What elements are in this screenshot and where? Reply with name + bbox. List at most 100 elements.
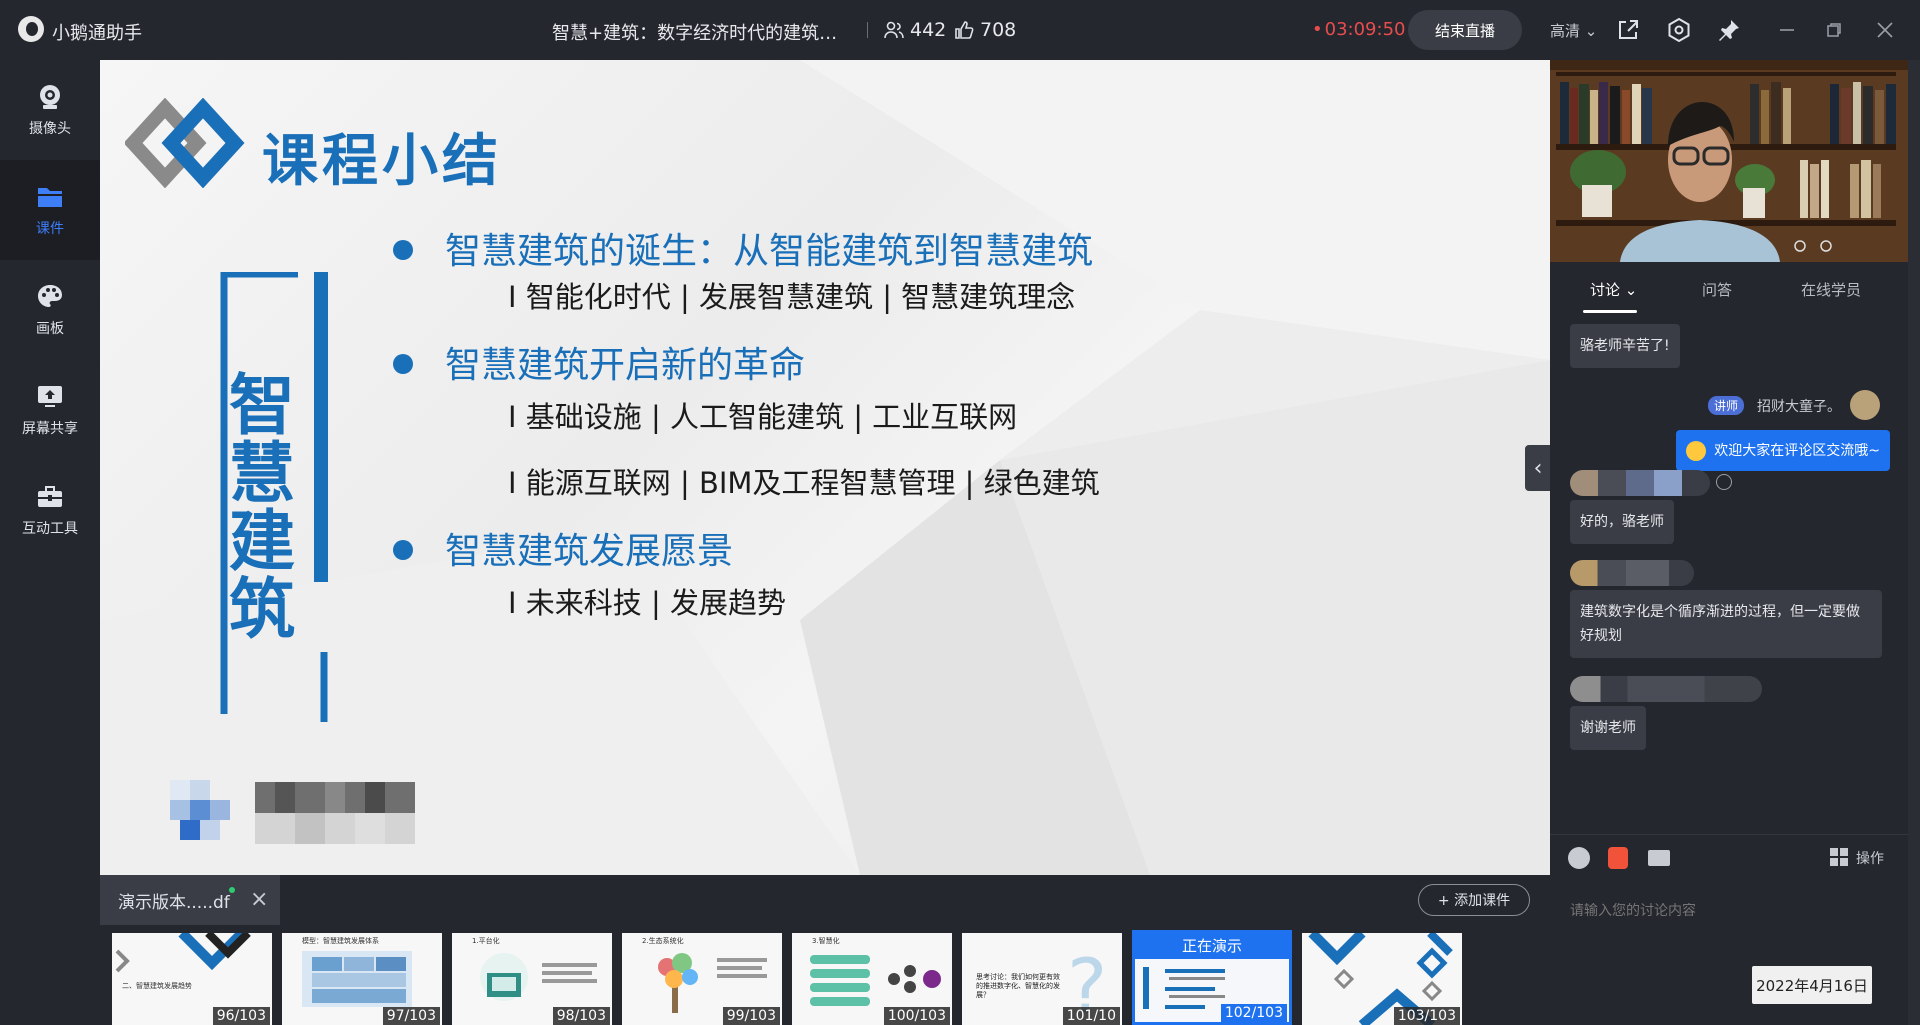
screen-share-icon — [38, 386, 62, 407]
thumbnail-number: 100/103 — [883, 1007, 950, 1025]
chat-list: 骆老师辛苦了! 讲师 招财大童子。 欢迎大家在评论区交流哦~ 好的，骆老师 建筑… — [1550, 314, 1908, 834]
slide-thumbnail[interactable]: 模型：智慧建筑发展体系 97/103 — [282, 933, 442, 1025]
sidebar-item-screen-share[interactable]: 屏幕共享 — [0, 360, 100, 460]
status-dot — [229, 887, 235, 893]
slide-canvas: 课程小结 智慧建筑 智慧建筑的诞生：从智能建筑到智慧建筑 I 智能化时代 | 发… — [100, 60, 1550, 875]
end-live-button[interactable]: 结束直播 — [1408, 10, 1522, 50]
people-icon — [884, 21, 904, 39]
sidebar-item-courseware[interactable]: 课件 — [0, 160, 100, 260]
slide-thumbnail[interactable]: 103/103 — [1302, 933, 1462, 1025]
bullet-sub: I 智能化时代 | 发展智慧建筑 | 智慧建筑理念 — [508, 280, 1076, 314]
chat-message: 建筑数字化是个循序渐进的过程，但一定要做好规划 — [1570, 590, 1882, 658]
courseware-tray: 演示版本.....df × + 添加课件 二、智慧建筑发展趋势 96/103 模… — [100, 875, 1550, 1025]
left-sidebar: 摄像头 课件 画板 屏幕共享 互动工具 — [0, 60, 100, 1025]
tab-label: 讨论 — [1590, 281, 1621, 299]
chevron-down-icon: ⌄ — [1620, 281, 1638, 299]
sidebar-item-label: 课件 — [36, 221, 64, 237]
thumbnail-caption: 3.智慧化 — [812, 937, 840, 945]
pin-icon[interactable] — [1715, 16, 1743, 44]
app-name: 小鹅通助手 — [52, 23, 142, 44]
doc-name: 演示版本.....df — [118, 892, 230, 913]
bullet-sub: I 未来科技 | 发展趋势 — [508, 586, 786, 620]
tab-online-students[interactable]: 在线学员 — [1801, 279, 1861, 300]
minimize-icon[interactable] — [1773, 16, 1801, 44]
operate-button[interactable]: 操作 — [1856, 848, 1884, 868]
presenter-logo-mosaic — [170, 780, 230, 840]
thumbnail-caption: 模型：智慧建筑发展体系 — [302, 937, 379, 945]
bullet-heading: 智慧建筑发展愿景 — [392, 522, 733, 574]
tab-discussion[interactable]: 讨论 ⌄ — [1590, 279, 1637, 300]
folder-icon[interactable] — [1648, 850, 1670, 866]
grid-icon[interactable] — [1830, 848, 1848, 866]
thumbnail-number: 103/103 — [1393, 1007, 1460, 1025]
restore-icon[interactable] — [1820, 16, 1848, 44]
sidebar-item-label: 屏幕共享 — [22, 421, 78, 437]
chat-message: 谢谢老师 — [1570, 706, 1646, 750]
chat-message-text: 欢迎大家在评论区交流哦~ — [1714, 443, 1880, 459]
date-display: 2022年4月16日 — [1752, 966, 1872, 1004]
collapse-panel-button[interactable]: ‹ — [1525, 445, 1551, 491]
right-panel: 讨论 ⌄ 问答 在线学员 骆老师辛苦了! 讲师 招财大童子。 欢迎大家在评论区交… — [1550, 60, 1920, 1025]
chat-input[interactable] — [1570, 903, 1890, 919]
blurred-username — [1570, 470, 1710, 496]
red-packet-icon[interactable] — [1608, 847, 1628, 869]
bullet-sub: I 基础设施 | 人工智能建筑 | 工业互联网 — [508, 400, 1018, 434]
chat-message: 骆老师辛苦了! — [1570, 324, 1680, 368]
vertical-title: 智慧建筑 — [229, 367, 295, 648]
toolbox-icon — [38, 486, 62, 507]
viewer-count: 442 — [884, 19, 946, 41]
smile-emoji-icon — [1685, 441, 1706, 461]
close-icon[interactable] — [1871, 16, 1899, 44]
slide-thumbnail[interactable]: 二、智慧建筑发展趋势 96/103 — [112, 933, 272, 1025]
sidebar-item-interactive-tools[interactable]: 互动工具 — [0, 460, 100, 560]
thumbnail-strip: 二、智慧建筑发展趋势 96/103 模型：智慧建筑发展体系 97/103 1.平… — [100, 930, 1550, 1025]
course-title: 智慧+建筑：数字经济时代的建筑业... — [552, 23, 852, 44]
sidebar-item-whiteboard[interactable]: 画板 — [0, 260, 100, 360]
close-doc-icon[interactable]: × — [250, 887, 268, 912]
doc-tab[interactable]: 演示版本.....df × — [100, 875, 280, 925]
sidebar-item-label: 互动工具 — [22, 521, 78, 537]
tab-qa[interactable]: 问答 — [1702, 279, 1732, 300]
bullet-sub: I 能源互联网 | BIM及工程智慧管理 | 绿色建筑 — [508, 466, 1100, 500]
camera-feed-image — [1550, 60, 1908, 262]
thumbnail-number: 99/103 — [722, 1007, 780, 1025]
emoji-icon[interactable] — [1568, 847, 1590, 869]
quality-select[interactable]: 高清 ⌄ — [1550, 20, 1597, 41]
thumbnail-number: 96/103 — [212, 1007, 270, 1025]
thumbs-up-icon — [955, 21, 974, 39]
slide-thumbnail[interactable]: 思考讨论：我们如何更有效的推进数字化、智慧化的发展？ ? 101/10 — [962, 933, 1122, 1025]
course-logo-icon — [125, 98, 245, 188]
thumbnail-number: 102/103 — [1220, 1004, 1287, 1022]
presenter-name-mosaic — [255, 782, 415, 844]
avatar — [1850, 390, 1880, 420]
slide-thumbnail-current[interactable]: 正在演示 102/103 — [1132, 930, 1292, 1025]
thumbnail-caption: 二、智慧建筑发展趋势 — [122, 982, 192, 990]
scrollbar[interactable] — [1908, 60, 1920, 1025]
sidebar-item-camera[interactable]: 摄像头 — [0, 60, 100, 160]
blurred-username — [1570, 560, 1694, 586]
chat-toolbar: 操作 — [1550, 834, 1908, 880]
slide-title: 课程小结 — [262, 129, 502, 194]
title-bar: 小鹅通助手 智慧+建筑：数字经济时代的建筑业... 442 708 03:09:… — [0, 0, 1920, 60]
divider — [867, 22, 868, 38]
chat-message-own: 欢迎大家在评论区交流哦~ — [1675, 430, 1890, 471]
camera-icon — [40, 85, 60, 109]
bullet-heading: 智慧建筑的诞生：从智能建筑到智慧建筑 — [392, 222, 1093, 274]
thumbnail-number: 98/103 — [552, 1007, 610, 1025]
palette-icon — [38, 285, 62, 307]
bullet-heading: 智慧建筑开启新的革命 — [392, 336, 805, 388]
folder-icon — [38, 188, 62, 207]
teacher-name: 招财大童子。 — [1757, 399, 1841, 415]
slide-thumbnail[interactable]: 1.平台化 98/103 — [452, 933, 612, 1025]
like-count: 708 — [954, 19, 1016, 41]
add-courseware-button[interactable]: + 添加课件 — [1418, 884, 1530, 916]
slide-thumbnail[interactable]: 2.生态系统化 99/103 — [622, 933, 782, 1025]
quality-label: 高清 — [1550, 22, 1581, 40]
thumbnail-number: 101/10 — [1062, 1007, 1120, 1025]
slide-thumbnail[interactable]: 3.智慧化 100/103 — [792, 933, 952, 1025]
panel-tabs: 讨论 ⌄ 问答 在线学员 — [1550, 262, 1908, 314]
share-icon[interactable] — [1614, 16, 1642, 44]
thumbnail-caption: 2.生态系统化 — [642, 937, 684, 945]
settings-icon[interactable] — [1665, 16, 1693, 44]
like-count-value: 708 — [980, 19, 1017, 41]
